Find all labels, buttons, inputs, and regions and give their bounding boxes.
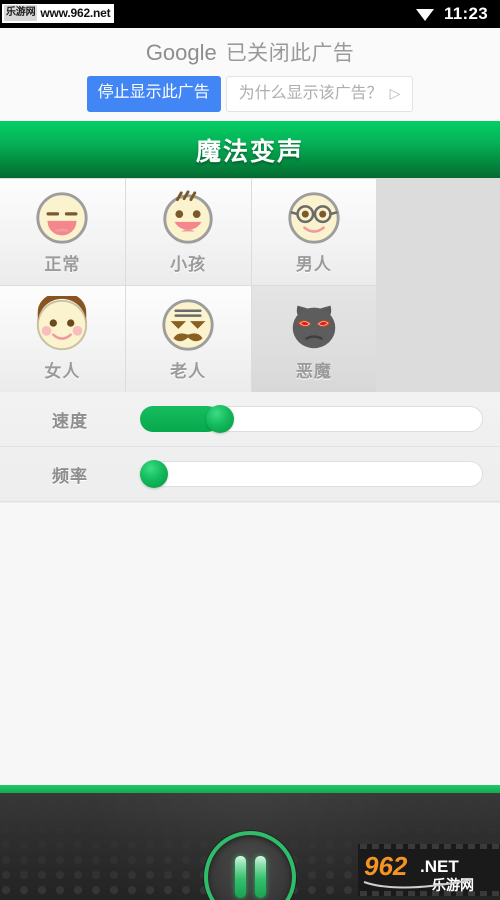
effect-tile-woman[interactable]: 女人 [0,286,125,392]
frequency-slider-thumb[interactable] [140,460,168,488]
site-watermark-top: 乐游网 www.962.net [2,4,115,23]
google-ad-banner: Google 已关闭此广告 停止显示此广告 为什么显示该广告？ ▷ [0,28,500,121]
slider-row-frequency: 频率 [0,447,500,502]
effect-tile-oldman[interactable]: 老人 [125,286,251,392]
app-screen: 乐游网 www.962.net 11:23 Google 已关闭此广告 停止显示… [0,0,500,900]
ad-button-group: 停止显示此广告 为什么显示该广告？ ▷ [86,76,414,112]
stop-showing-ad-button[interactable]: 停止显示此广告 [86,76,221,112]
site-watermark-bottom: 962 .NET 乐游网 [358,842,500,898]
status-bar: 乐游网 www.962.net 11:23 [0,0,500,28]
effect-tile-normal[interactable]: 正常 [0,179,125,285]
site-watermark-url: www.962.net [40,6,111,20]
status-bar-right: 11:23 [415,4,500,24]
effect-tile-label: 正常 [44,255,81,274]
content-area [0,503,500,785]
effect-tile-devil[interactable]: 恶魔 [251,286,377,392]
slider-row-speed: 速度 [0,392,500,447]
site-watermark-badge: 乐游网 [4,5,38,21]
effect-tile-man[interactable]: 男人 [251,179,377,285]
speed-slider-thumb[interactable] [206,405,235,433]
smiley-woman-icon [33,296,91,354]
frequency-slider-track[interactable] [140,461,483,487]
smiley-normal-icon [33,189,91,247]
why-this-ad-button[interactable]: 为什么显示该广告？ ▷ [225,76,414,112]
devil-icon [285,296,343,354]
play-triangle-icon: ▷ [389,85,401,101]
google-logo-text: Google [145,40,217,65]
effect-tile-label: 男人 [295,255,332,274]
page-title: 魔法变声 [195,137,304,166]
status-bar-clock: 11:23 [443,4,488,23]
why-this-ad-label: 为什么显示该广告？ [238,85,383,102]
slider-label-speed: 速度 [52,411,88,431]
watermark-tld: .NET [420,857,459,876]
smiley-child-icon [159,189,217,247]
slider-label-frequency: 频率 [52,466,88,486]
slider-panel: 速度 频率 [0,392,500,503]
ad-headline: Google 已关闭此广告 [146,37,354,67]
effect-tile-label: 女人 [44,362,81,381]
effect-tile-child[interactable]: 小孩 [125,179,251,285]
app-title-bar: 魔法变声 [0,121,500,178]
frequency-slider[interactable] [140,460,483,488]
speed-slider[interactable] [140,405,483,433]
ad-headline-text: 已关闭此广告 [225,42,355,65]
watermark-number: 962 [364,851,408,881]
pause-bar-right [254,856,266,898]
smiley-man-glasses-icon [285,189,343,247]
effect-tile-label: 小孩 [170,255,207,274]
player-accent-line [0,785,500,793]
player-bar: 962 .NET 乐游网 [0,785,500,900]
effect-tile-label: 老人 [170,362,207,381]
pause-bar-left [234,856,246,898]
wifi-icon [415,6,435,22]
effect-tile-label: 恶魔 [295,362,332,381]
smiley-oldman-mustache-icon [159,296,217,354]
